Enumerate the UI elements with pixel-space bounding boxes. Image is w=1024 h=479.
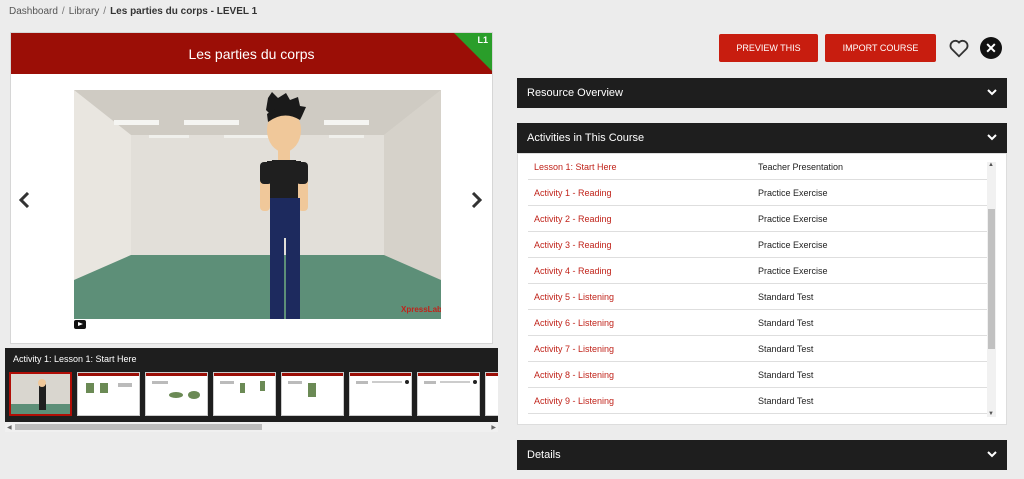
thumbnail-image bbox=[288, 381, 316, 397]
activity-link[interactable]: Activity 4 - Reading bbox=[528, 266, 758, 276]
breadcrumb-dashboard[interactable]: Dashboard bbox=[9, 6, 58, 17]
list-item: Activity 4 - Reading Practice Exercise bbox=[528, 258, 988, 284]
list-item: Activity 8 - Listening Standard Test bbox=[528, 362, 988, 388]
activities-scrollbar[interactable]: ▲ ▼ bbox=[987, 162, 996, 417]
breadcrumb-library[interactable]: Library bbox=[69, 6, 100, 17]
breadcrumb-current: Les parties du corps - LEVEL 1 bbox=[110, 6, 258, 17]
activity-type: Standard Test bbox=[758, 395, 814, 406]
activity-type: Practice Exercise bbox=[758, 213, 828, 224]
list-item: Activity 7 - Listening Standard Test bbox=[528, 336, 988, 362]
thumbnail-slide-4[interactable] bbox=[213, 372, 276, 416]
watermark-logo: XpressLab bbox=[401, 305, 441, 314]
thumbnail-slide-1[interactable] bbox=[9, 372, 72, 416]
chevron-down-icon bbox=[987, 89, 997, 96]
thumbnail-scrollbar[interactable]: ◀ ▶ bbox=[5, 422, 498, 432]
activity-type: Standard Test bbox=[758, 343, 814, 354]
list-item: Activity 6 - Listening Standard Test bbox=[528, 310, 988, 336]
activity-type: Standard Test bbox=[758, 317, 814, 328]
details-header[interactable]: Details bbox=[517, 440, 1007, 470]
list-item: Activity 1 - Reading Practice Exercise bbox=[528, 180, 988, 206]
thumbnail-slide-6[interactable] bbox=[349, 372, 412, 416]
scroll-down-icon[interactable]: ▼ bbox=[988, 411, 994, 417]
thumbnail-slide-8[interactable] bbox=[485, 372, 498, 416]
thumbnail-image bbox=[152, 381, 200, 399]
scroll-right-icon[interactable]: ▶ bbox=[491, 424, 496, 431]
chevron-down-icon bbox=[987, 451, 997, 458]
details-title: Details bbox=[527, 449, 561, 461]
activities-list: Lesson 1: Start Here Teacher Presentation… bbox=[517, 153, 1007, 425]
scroll-up-icon[interactable]: ▲ bbox=[988, 162, 994, 168]
favorite-heart-icon[interactable] bbox=[948, 37, 970, 59]
activity-link[interactable]: Activity 7 - Listening bbox=[528, 344, 758, 354]
list-item: Activity 3 - Reading Practice Exercise bbox=[528, 232, 988, 258]
scroll-left-icon[interactable]: ◀ bbox=[7, 424, 12, 431]
thumbnail-slide-3[interactable] bbox=[145, 372, 208, 416]
list-item: Activity 2 - Reading Practice Exercise bbox=[528, 206, 988, 232]
resource-overview-title: Resource Overview bbox=[527, 87, 623, 99]
thumbnail-slide-7[interactable] bbox=[417, 372, 480, 416]
list-item: Lesson 1: Start Here Teacher Presentation bbox=[528, 154, 988, 180]
thumbnail-image bbox=[356, 380, 409, 384]
list-item: Activity 5 - Listening Standard Test bbox=[528, 284, 988, 310]
activities-header[interactable]: Activities in This Course bbox=[517, 123, 1007, 153]
next-slide-button[interactable] bbox=[468, 190, 484, 210]
list-item: Activity 9 - Listening Standard Test bbox=[528, 388, 988, 414]
level-badge: L1 bbox=[477, 35, 488, 45]
activity-link[interactable]: Activity 5 - Listening bbox=[528, 292, 758, 302]
resource-overview-header[interactable]: Resource Overview bbox=[517, 78, 1007, 108]
activities-title: Activities in This Course bbox=[527, 132, 645, 144]
youtube-icon[interactable] bbox=[74, 320, 86, 329]
slide-title: Les parties du corps bbox=[11, 33, 492, 74]
activity-type: Standard Test bbox=[758, 291, 814, 302]
chevron-right-icon bbox=[471, 192, 482, 208]
strip-title: Activity 1: Lesson 1: Start Here bbox=[13, 354, 137, 364]
import-course-button[interactable]: IMPORT COURSE bbox=[825, 34, 936, 62]
activity-type: Standard Test bbox=[758, 369, 814, 380]
previous-slide-button[interactable] bbox=[17, 190, 33, 210]
thumbnail-slide-5[interactable] bbox=[281, 372, 344, 416]
activity-link[interactable]: Activity 1 - Reading bbox=[528, 188, 758, 198]
breadcrumb-separator: / bbox=[61, 6, 65, 17]
activity-link[interactable]: Activity 6 - Listening bbox=[528, 318, 758, 328]
activity-type: Practice Exercise bbox=[758, 239, 828, 250]
activity-link[interactable]: Activity 9 - Listening bbox=[528, 396, 758, 406]
thumbnail-slide-2[interactable] bbox=[77, 372, 140, 416]
thumbnail-image bbox=[424, 380, 477, 384]
thumbnail-strip: Activity 1: Lesson 1: Start Here ◀ ▶ bbox=[5, 348, 498, 432]
chevron-left-icon bbox=[19, 192, 30, 208]
thumbnail-image bbox=[86, 383, 132, 393]
activity-link[interactable]: Activity 3 - Reading bbox=[528, 240, 758, 250]
classroom-illustration: XpressLab bbox=[74, 90, 441, 319]
scrollbar-thumb[interactable] bbox=[15, 424, 262, 430]
activity-link[interactable]: Activity 8 - Listening bbox=[528, 370, 758, 380]
slide-viewer: Les parties du corps L1 XpressLab bbox=[10, 32, 493, 344]
activity-link[interactable]: Activity 2 - Reading bbox=[528, 214, 758, 224]
breadcrumb: Dashboard / Library / Les parties du corps -… bbox=[9, 6, 257, 17]
preview-button[interactable]: PREVIEW THIS bbox=[719, 34, 818, 62]
close-icon[interactable]: ✕ bbox=[980, 37, 1002, 59]
scrollbar-thumb[interactable] bbox=[988, 209, 995, 349]
thumbnail-image bbox=[220, 381, 265, 393]
slide-image[interactable]: XpressLab bbox=[74, 90, 441, 319]
thumbnail-image bbox=[11, 374, 70, 414]
activity-type: Practice Exercise bbox=[758, 265, 828, 276]
thumbnail-list bbox=[9, 372, 498, 416]
activity-link[interactable]: Lesson 1: Start Here bbox=[528, 162, 758, 172]
breadcrumb-separator: / bbox=[103, 6, 107, 17]
chevron-down-icon bbox=[987, 134, 997, 141]
activity-type: Practice Exercise bbox=[758, 187, 828, 198]
activity-type: Teacher Presentation bbox=[758, 161, 844, 172]
